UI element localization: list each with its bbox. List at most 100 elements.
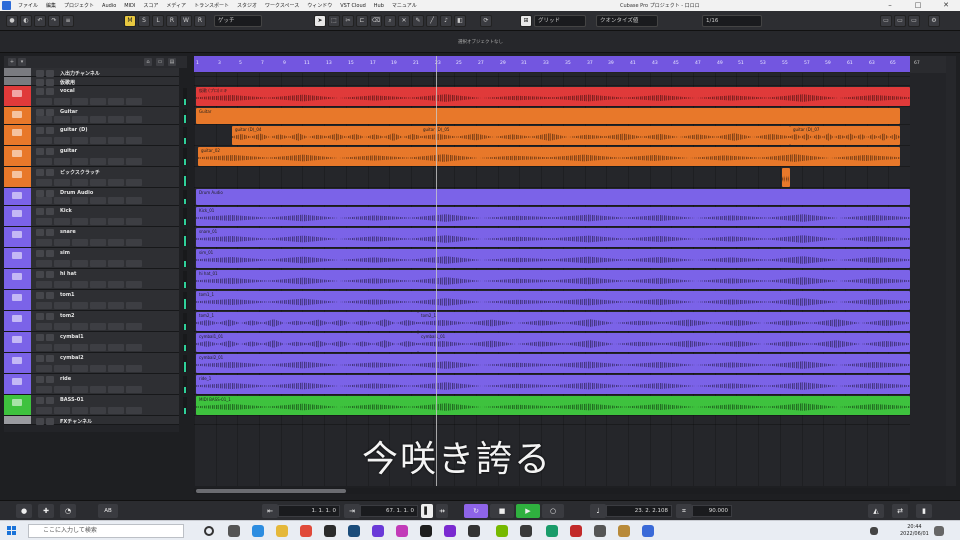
audio-event[interactable]: tom2_1 bbox=[418, 312, 910, 331]
menu-audio[interactable]: Audio bbox=[98, 3, 120, 9]
track-control-button[interactable] bbox=[72, 137, 88, 144]
activate-project-button[interactable]: ● bbox=[6, 15, 18, 27]
solo-button[interactable] bbox=[46, 169, 54, 176]
file-explorer-icon[interactable] bbox=[276, 525, 288, 537]
track-row[interactable]: Kick bbox=[4, 206, 179, 227]
solo-button[interactable] bbox=[46, 376, 54, 383]
audio-event[interactable]: sim_01 bbox=[196, 249, 910, 268]
audio-event[interactable]: 仮歌 (プロ)ミキ bbox=[196, 87, 910, 106]
track-control-button[interactable] bbox=[72, 239, 88, 246]
track-control-button[interactable] bbox=[36, 116, 52, 123]
audio-event[interactable] bbox=[782, 168, 790, 187]
mute-button[interactable] bbox=[36, 271, 44, 278]
draw-tool-icon[interactable]: ✎ bbox=[412, 15, 424, 27]
track-control-button[interactable] bbox=[72, 260, 88, 267]
punch-out-icon[interactable]: ⇸ bbox=[436, 504, 448, 518]
nvidia-icon[interactable] bbox=[496, 525, 508, 537]
settings-icon[interactable]: ⚙ bbox=[928, 15, 940, 27]
app-icon-f[interactable] bbox=[546, 525, 558, 537]
track-control-button[interactable] bbox=[54, 239, 70, 246]
track-row[interactable]: vocal bbox=[4, 86, 179, 107]
mute-button[interactable] bbox=[36, 355, 44, 362]
play-button[interactable]: ▶ bbox=[516, 504, 540, 518]
menu-project[interactable]: プロジェクト bbox=[60, 2, 98, 9]
solo-button[interactable] bbox=[46, 109, 54, 116]
zoom-tool-icon[interactable]: ⌕ bbox=[384, 15, 396, 27]
erase-tool-icon[interactable]: ⌫ bbox=[370, 15, 382, 27]
mute-button[interactable] bbox=[36, 250, 44, 257]
right-locator-icon[interactable]: ⇥ bbox=[344, 504, 360, 518]
track-control-button[interactable] bbox=[90, 218, 106, 225]
track-control-button[interactable] bbox=[54, 116, 70, 123]
metronome-icon[interactable]: ◭ bbox=[868, 504, 884, 518]
track-control-button[interactable] bbox=[90, 179, 106, 186]
left-locator-field[interactable]: 1. 1. 1. 0 bbox=[278, 505, 340, 517]
performance-icon[interactable]: ▮ bbox=[916, 504, 932, 518]
position-field[interactable]: 23. 2. 2.108 bbox=[606, 505, 672, 517]
track-row[interactable]: cymbal2 bbox=[4, 353, 179, 374]
cortana-icon[interactable] bbox=[204, 526, 214, 536]
track-row[interactable]: snare bbox=[4, 227, 179, 248]
track-control-button[interactable] bbox=[72, 179, 88, 186]
home-icon[interactable]: ⌂ bbox=[144, 58, 152, 66]
track-control-button[interactable] bbox=[54, 323, 70, 330]
solo-button[interactable] bbox=[46, 397, 54, 404]
track-control-button[interactable] bbox=[54, 302, 70, 309]
read-mode-button[interactable]: R bbox=[166, 15, 178, 27]
add-track-icon[interactable]: + bbox=[8, 58, 16, 66]
track-control-button[interactable] bbox=[36, 302, 52, 309]
project-cursor[interactable] bbox=[436, 56, 437, 486]
snap-toggle-icon[interactable]: ⊞ bbox=[520, 15, 532, 27]
color-tool-icon[interactable]: ◧ bbox=[454, 15, 466, 27]
left-locator-icon[interactable]: ⇤ bbox=[262, 504, 278, 518]
solo-button[interactable] bbox=[46, 250, 54, 257]
track-control-button[interactable] bbox=[54, 158, 70, 165]
track-row[interactable]: ピックスクラッチ bbox=[4, 167, 179, 188]
close-icon[interactable]: ✕ bbox=[932, 0, 960, 11]
track-control-button[interactable] bbox=[36, 158, 52, 165]
solo-button[interactable] bbox=[46, 229, 54, 236]
mute-button[interactable] bbox=[36, 376, 44, 383]
steam-icon[interactable] bbox=[348, 525, 360, 537]
app-icon-i[interactable] bbox=[618, 525, 630, 537]
track-color-bar[interactable] bbox=[4, 77, 31, 85]
audio-event[interactable]: ride_1 bbox=[196, 375, 910, 394]
track-control-button[interactable] bbox=[54, 365, 70, 372]
track-row[interactable]: cymbal1 bbox=[4, 332, 179, 353]
track-control-button[interactable] bbox=[36, 137, 52, 144]
track-control-button[interactable] bbox=[126, 281, 142, 288]
menu-window[interactable]: ウィンドウ bbox=[303, 2, 336, 9]
track-row[interactable]: guitar (D) bbox=[4, 125, 179, 146]
menu-midi[interactable]: MIDI bbox=[120, 3, 139, 9]
track-control-button[interactable] bbox=[36, 407, 52, 414]
mute-button[interactable] bbox=[36, 109, 44, 116]
line-tool-icon[interactable]: ╱ bbox=[426, 15, 438, 27]
track-control-button[interactable] bbox=[126, 302, 142, 309]
taskbar-search-input[interactable]: ここに入力して検索 bbox=[28, 524, 184, 538]
menu-manual[interactable]: マニュアル bbox=[388, 2, 421, 9]
audio-event[interactable]: guitar (D)_04 bbox=[232, 126, 422, 145]
right-locator-field[interactable]: 67. 1. 1. 0 bbox=[360, 505, 418, 517]
app-icon-j[interactable] bbox=[642, 525, 654, 537]
panel-left-icon[interactable]: ▭ bbox=[880, 15, 892, 27]
track-control-button[interactable] bbox=[72, 323, 88, 330]
track-color-bar[interactable] bbox=[4, 416, 31, 424]
track-control-button[interactable] bbox=[90, 386, 106, 393]
solo-button[interactable] bbox=[46, 271, 54, 278]
track-control-button[interactable] bbox=[108, 137, 124, 144]
track-control-button[interactable] bbox=[54, 218, 70, 225]
tool-select[interactable]: ゲッチ bbox=[214, 15, 262, 27]
audio-event[interactable]: snare_01 bbox=[196, 228, 910, 247]
audio-event[interactable]: guitar (D)_07 bbox=[790, 126, 900, 145]
track-control-button[interactable] bbox=[72, 281, 88, 288]
task-view-icon[interactable] bbox=[228, 525, 240, 537]
split-tool-icon[interactable]: ✂ bbox=[342, 15, 354, 27]
track-control-button[interactable] bbox=[126, 365, 142, 372]
glue-tool-icon[interactable]: ⊏ bbox=[356, 15, 368, 27]
menu-hub[interactable]: Hub bbox=[370, 3, 388, 9]
track-control-button[interactable] bbox=[72, 407, 88, 414]
track-control-button[interactable] bbox=[36, 386, 52, 393]
track-control-button[interactable] bbox=[126, 407, 142, 414]
zoom-tracks-icon[interactable]: ▤ bbox=[168, 58, 176, 66]
undo-icon[interactable]: ↶ bbox=[34, 15, 46, 27]
